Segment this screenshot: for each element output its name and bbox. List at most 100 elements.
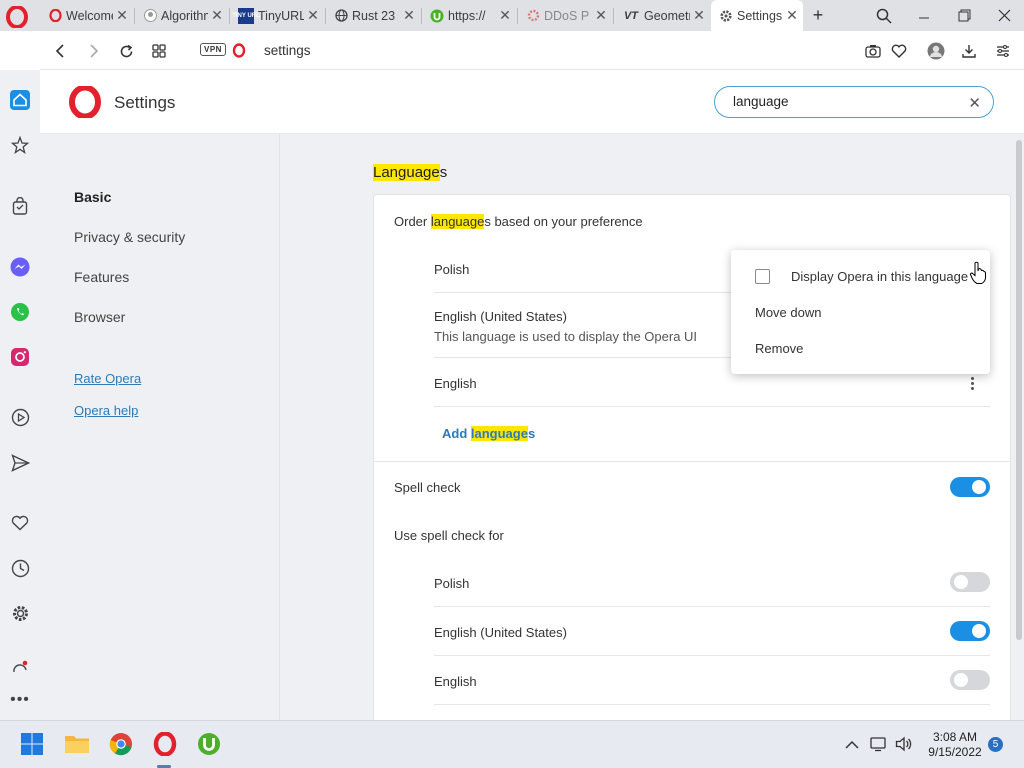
settings-gear-icon[interactable]	[8, 601, 32, 625]
spell-check-toggle[interactable]	[950, 477, 990, 497]
tab-title: Welcome	[66, 8, 113, 23]
display-language-checkbox[interactable]	[755, 269, 770, 284]
messenger-icon[interactable]	[8, 255, 32, 279]
opera-taskbar-icon[interactable]	[151, 730, 179, 758]
language-options-icon[interactable]	[971, 377, 975, 392]
send-icon[interactable]	[8, 451, 32, 475]
rate-opera-link[interactable]: Rate Opera	[74, 371, 141, 386]
windows-start-icon[interactable]	[18, 730, 46, 758]
more-options-icon[interactable]: •••	[8, 688, 32, 712]
system-clock[interactable]: 3:08 AM 9/15/2022	[920, 730, 990, 760]
text-pre: Order	[394, 214, 431, 229]
forward-icon[interactable]	[82, 40, 104, 62]
tab-title: Settings	[737, 8, 783, 23]
text-pre: Add	[442, 426, 471, 441]
spell-english-us-toggle[interactable]	[950, 621, 990, 641]
minimize-button[interactable]	[904, 0, 944, 31]
settings-header: Settings ✕	[40, 70, 1024, 134]
profile-avatar-icon[interactable]	[925, 40, 947, 62]
nav-item-basic[interactable]: Basic	[74, 189, 111, 205]
history-clock-icon[interactable]	[8, 556, 32, 580]
tab-settings[interactable]: Settings ✕	[711, 0, 803, 31]
close-tab-icon[interactable]: ✕	[115, 7, 129, 24]
tab-rust[interactable]: Rust 23 ✕	[326, 0, 420, 31]
address-bar-row: VPN settings	[40, 31, 1024, 70]
snapshot-icon[interactable]	[862, 40, 884, 62]
settings-search-box[interactable]: ✕	[714, 86, 994, 118]
language-context-menu: Display Opera in this language Move down…	[731, 250, 990, 374]
clear-search-icon[interactable]: ✕	[968, 94, 981, 112]
close-tab-icon[interactable]: ✕	[498, 7, 512, 24]
url-text[interactable]: settings	[264, 43, 311, 58]
close-tab-icon[interactable]: ✕	[594, 7, 608, 24]
home-icon[interactable]	[8, 88, 32, 112]
toggle-knob	[954, 673, 968, 687]
instagram-icon[interactable]	[8, 345, 32, 369]
main-scrollbar[interactable]	[1014, 134, 1024, 720]
spell-polish-toggle[interactable]	[950, 572, 990, 592]
tab-tinyurl[interactable]: TINY URL TinyURL ✕	[230, 0, 324, 31]
text-post: s based on your preference	[484, 214, 643, 229]
restore-button[interactable]	[944, 0, 984, 31]
spell-language-english: English	[434, 674, 477, 689]
close-window-button[interactable]	[984, 0, 1024, 31]
opera-menu-icon[interactable]	[6, 6, 28, 28]
network-icon[interactable]	[866, 730, 890, 758]
close-tab-icon[interactable]: ✕	[692, 7, 706, 24]
search-input[interactable]	[733, 94, 953, 109]
downloads-icon[interactable]	[958, 40, 980, 62]
close-tab-icon[interactable]: ✕	[210, 7, 224, 24]
add-languages-button[interactable]: Add languages	[442, 426, 535, 441]
menu-item-display-opera-in-language[interactable]: Display Opera in this language	[791, 269, 968, 284]
highlight: language	[470, 426, 528, 441]
language-row-english-us: English (United States)	[434, 309, 567, 324]
new-tab-button[interactable]: +	[800, 0, 836, 31]
nav-item-browser[interactable]: Browser	[74, 309, 125, 325]
spell-language-polish: Polish	[434, 576, 470, 591]
scrollbar-thumb[interactable]	[1016, 140, 1022, 640]
notification-badge[interactable]: 5	[988, 737, 1003, 752]
chrome-icon[interactable]	[107, 730, 135, 758]
gear-icon	[719, 9, 733, 23]
show-hidden-icons-chevron[interactable]	[838, 730, 866, 758]
volume-icon[interactable]	[892, 730, 916, 758]
tab-welcome[interactable]: Welcome ✕	[40, 0, 133, 31]
tab-https[interactable]: https:// ✕	[422, 0, 516, 31]
tab-algorithm[interactable]: Algorithm ✕	[135, 0, 228, 31]
search-tabs-icon[interactable]	[864, 0, 904, 31]
extensions-icon[interactable]	[8, 660, 32, 672]
shopping-bag-icon[interactable]	[8, 194, 32, 218]
spell-english-toggle[interactable]	[950, 670, 990, 690]
gear-pink-icon	[526, 9, 540, 23]
nav-item-privacy-security[interactable]: Privacy & security	[74, 229, 185, 245]
close-tab-icon[interactable]: ✕	[785, 7, 799, 24]
tab-title: Algorithm	[161, 8, 208, 23]
player-icon[interactable]	[8, 405, 32, 429]
bookmarks-heart-icon[interactable]	[8, 511, 32, 535]
highlight: Language	[373, 164, 440, 181]
close-tab-icon[interactable]: ✕	[306, 7, 320, 24]
menu-item-remove[interactable]: Remove	[755, 341, 803, 356]
reload-icon[interactable]	[115, 40, 137, 62]
tab-geometry[interactable]: VT Geometry ✕	[614, 0, 710, 31]
tinyurl-icon: TINY URL	[232, 7, 260, 24]
whatsapp-icon[interactable]	[8, 300, 32, 324]
vpn-badge[interactable]: VPN	[200, 43, 226, 56]
menu-item-move-down[interactable]: Move down	[755, 305, 821, 320]
nav-item-features[interactable]: Features	[74, 269, 129, 285]
pinboards-icon[interactable]	[8, 133, 32, 157]
close-tab-icon[interactable]: ✕	[402, 7, 416, 24]
opera-help-link[interactable]: Opera help	[74, 403, 138, 418]
settings-nav: Basic Privacy & security Features Browse…	[40, 134, 280, 720]
heart-icon[interactable]	[888, 40, 910, 62]
opera-icon	[48, 9, 62, 23]
language-row-polish: Polish	[434, 262, 470, 277]
tab-title: DDoS P	[544, 8, 590, 23]
back-icon[interactable]	[50, 40, 72, 62]
tab-grid-icon[interactable]	[148, 40, 170, 62]
easy-setup-icon[interactable]	[992, 40, 1014, 62]
utorrent-icon	[430, 9, 444, 23]
utorrent-taskbar-icon[interactable]	[195, 730, 223, 758]
file-explorer-icon[interactable]	[63, 730, 91, 758]
tab-ddos[interactable]: DDoS P ✕	[518, 0, 612, 31]
